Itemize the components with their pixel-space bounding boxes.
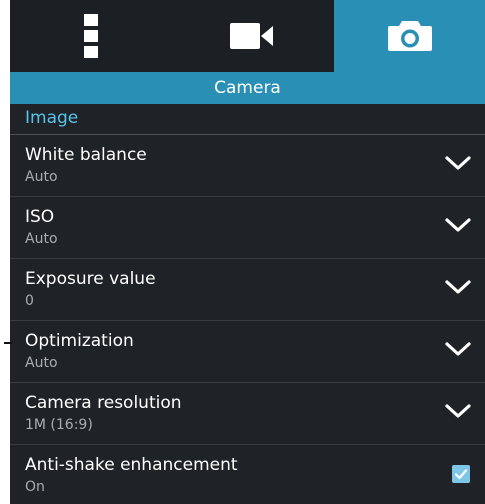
setting-exposure-value[interactable]: Exposure value 0 — [10, 259, 485, 321]
setting-value: On — [25, 479, 45, 495]
chevron-down-icon — [445, 218, 471, 232]
page-title: Camera — [10, 72, 485, 104]
setting-iso[interactable]: ISO Auto — [10, 197, 485, 259]
setting-value: Auto — [25, 231, 58, 247]
chevron-down-icon — [445, 342, 471, 356]
edge-mark — [4, 342, 12, 344]
chevron-down-icon — [445, 156, 471, 170]
tab-more[interactable] — [10, 0, 172, 72]
setting-value: Auto — [25, 169, 58, 185]
setting-title: Anti-shake enhancement — [25, 455, 238, 475]
setting-optimization[interactable]: Optimization Auto — [10, 321, 485, 383]
tab-camera[interactable] — [334, 0, 485, 72]
setting-value: Auto — [25, 355, 58, 371]
setting-value: 0 — [25, 293, 34, 309]
anti-shake-checkbox[interactable] — [452, 465, 470, 483]
chevron-down-icon — [445, 404, 471, 418]
setting-title: ISO — [25, 207, 55, 227]
setting-camera-resolution[interactable]: Camera resolution 1M (16:9) — [10, 383, 485, 445]
camera-settings-screen: Camera Image White balance Auto ISO Auto… — [10, 0, 485, 504]
section-title-image: Image — [25, 108, 79, 128]
chevron-down-icon — [445, 280, 471, 294]
checkmark-icon — [454, 469, 468, 480]
setting-title: White balance — [25, 145, 147, 165]
setting-title: Camera resolution — [25, 393, 182, 413]
setting-title: Exposure value — [25, 269, 156, 289]
setting-value: 1M (16:9) — [25, 417, 93, 433]
camera-icon — [387, 21, 432, 51]
tab-video[interactable] — [172, 0, 334, 72]
more-icon — [84, 14, 98, 58]
mode-tab-bar — [10, 0, 485, 72]
setting-title: Optimization — [25, 331, 134, 351]
video-camera-icon — [230, 23, 276, 49]
setting-white-balance[interactable]: White balance Auto — [10, 135, 485, 197]
setting-anti-shake-enhancement[interactable]: Anti-shake enhancement On — [10, 445, 485, 504]
